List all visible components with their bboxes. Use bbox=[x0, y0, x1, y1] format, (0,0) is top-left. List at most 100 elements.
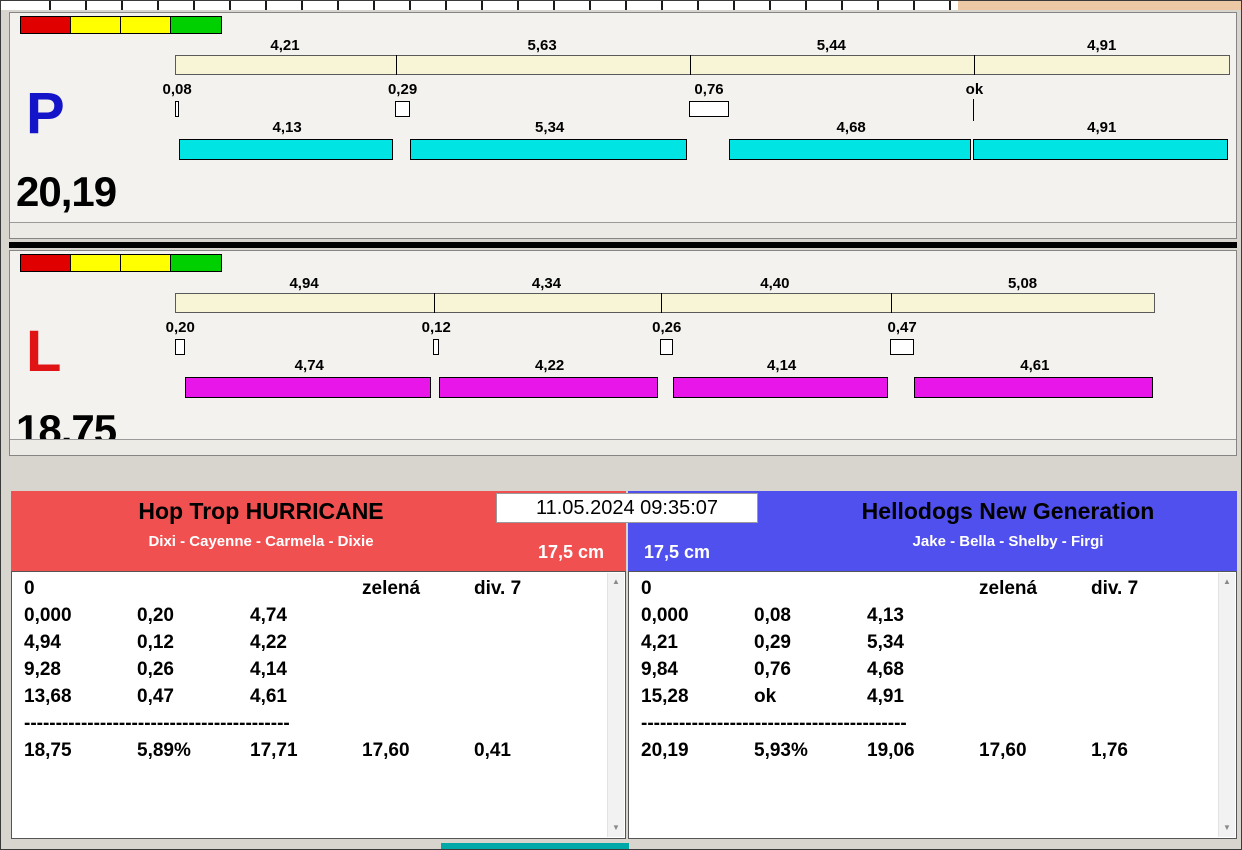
table-cell: zelená bbox=[362, 578, 421, 599]
start-error-label: 0,29 bbox=[387, 81, 418, 98]
table-cell: 0,41 bbox=[474, 740, 511, 761]
dog-time-bar bbox=[973, 139, 1228, 160]
team-right-jump-height: 17,5 cm bbox=[644, 542, 711, 562]
vertical-scrollbar[interactable]: ▲ ▼ bbox=[607, 573, 624, 837]
vertical-scrollbar[interactable]: ▲ ▼ bbox=[1218, 573, 1235, 837]
table-cell: 13,68 bbox=[24, 686, 72, 707]
table-cell: 5,89% bbox=[137, 740, 191, 761]
table-cell: 4,68 bbox=[867, 659, 904, 680]
run-timestamp: 11.05.2024 09:35:07 bbox=[496, 493, 758, 523]
table-cell: ok bbox=[754, 686, 777, 707]
dog-time-bar bbox=[410, 139, 688, 160]
table-cell: 4,91 bbox=[867, 686, 904, 707]
dog-time-label: 4,22 bbox=[535, 357, 565, 374]
scroll-up-icon[interactable]: ▲ bbox=[608, 574, 624, 590]
split-time-label: 4,94 bbox=[289, 275, 319, 292]
table-cell: 17,60 bbox=[362, 740, 410, 761]
start-error-label: 0,08 bbox=[162, 81, 192, 98]
dog-time-bar bbox=[914, 377, 1154, 398]
start-error-box bbox=[433, 339, 440, 355]
dog-time-bar bbox=[728, 139, 972, 160]
lane-L-footer bbox=[10, 439, 1236, 455]
result-rows: 0 zelená div. 7 0,000 0,08 4,13 4,21 0,29 5,34 9,… bbox=[641, 578, 1216, 838]
table-cell: 5,93% bbox=[754, 740, 808, 761]
table-row: 15,28 ok 4,91 bbox=[641, 686, 1216, 713]
split-time-label: 4,40 bbox=[760, 275, 790, 292]
split-time-label: 5,44 bbox=[816, 37, 846, 54]
table-cell: 4,14 bbox=[250, 659, 287, 680]
dog-time-label: 5,34 bbox=[535, 119, 565, 136]
start-error-label: 0,26 bbox=[652, 319, 682, 336]
table-cell: 17,71 bbox=[250, 740, 298, 761]
table-row: 4,94 0,12 4,22 bbox=[24, 632, 605, 659]
split-time-label: 4,91 bbox=[1087, 37, 1117, 54]
lane-P-section: P 4,21 5,63 5,44 4,91 0,08 0,29 0,76 ok 4,13 5,34… bbox=[9, 12, 1237, 239]
split-divider bbox=[660, 293, 662, 313]
dog-time-label: 4,74 bbox=[294, 357, 324, 374]
table-cell: 4,61 bbox=[250, 686, 287, 707]
table-row: 13,68 0,47 4,61 bbox=[24, 686, 605, 713]
table-row: 0 zelená div. 7 bbox=[24, 578, 605, 605]
lane-separator bbox=[9, 242, 1237, 248]
table-row: 0 zelená div. 7 bbox=[641, 578, 1216, 605]
start-error-box bbox=[659, 339, 674, 355]
lane-L-bars: 4,94 4,34 4,40 5,08 0,20 0,12 0,26 0,47 4,74 4,22… bbox=[10, 251, 1236, 455]
start-error-box bbox=[889, 339, 915, 355]
table-row: 20,19 5,93% 19,06 17,60 1,76 bbox=[641, 740, 1216, 767]
table-cell: 17,60 bbox=[979, 740, 1027, 761]
dog-time-label: 4,13 bbox=[272, 119, 302, 136]
table-cell: 0,76 bbox=[754, 659, 791, 680]
split-divider bbox=[434, 293, 436, 313]
result-rows: 0 zelená div. 7 0,000 0,20 4,74 4,94 0,12 4,22 9,… bbox=[24, 578, 605, 838]
table-cell: 15,28 bbox=[641, 686, 689, 707]
table-row: 9,84 0,76 4,68 bbox=[641, 659, 1216, 686]
split-divider bbox=[395, 55, 397, 75]
table-row: 4,21 0,29 5,34 bbox=[641, 632, 1216, 659]
table-cell: 0,000 bbox=[641, 605, 689, 626]
team-right-name: Hellodogs New Generation bbox=[861, 498, 1155, 524]
start-error-box bbox=[175, 101, 180, 117]
table-cell: div. 7 bbox=[474, 578, 522, 599]
table-cell: 0,08 bbox=[754, 605, 791, 626]
table-cell: 0,20 bbox=[137, 605, 174, 626]
team-right-results: 0 zelená div. 7 0,000 0,08 4,13 4,21 0,29 5,34 9,… bbox=[628, 571, 1237, 839]
table-cell: 1,76 bbox=[1091, 740, 1128, 761]
table-cell: 0,47 bbox=[137, 686, 174, 707]
dog-time-bar bbox=[185, 377, 432, 398]
split-time-label: 5,63 bbox=[527, 37, 557, 54]
window-top-ticks bbox=[15, 1, 955, 10]
dog-time-label: 4,14 bbox=[767, 357, 797, 374]
table-row: ----------------------------------------… bbox=[24, 713, 605, 740]
start-error-label: 0,20 bbox=[165, 319, 195, 336]
table-row: 0,000 0,08 4,13 bbox=[641, 605, 1216, 632]
scroll-up-icon[interactable]: ▲ bbox=[1219, 574, 1235, 590]
table-cell: zelená bbox=[979, 578, 1038, 599]
dog-time-label: 4,68 bbox=[836, 119, 866, 136]
start-error-box bbox=[689, 101, 729, 117]
table-cell: 4,94 bbox=[24, 632, 61, 653]
team-left-jump-height: 17,5 cm bbox=[537, 542, 604, 562]
dog-time-bar bbox=[179, 139, 393, 160]
table-cell: div. 7 bbox=[1091, 578, 1139, 599]
table-cell: 0 bbox=[24, 578, 35, 599]
dog-time-label: 4,61 bbox=[1020, 357, 1050, 374]
table-cell: 9,28 bbox=[24, 659, 61, 680]
table-cell: 4,74 bbox=[250, 605, 287, 626]
table-cell: 0,29 bbox=[754, 632, 791, 653]
start-error-box bbox=[175, 339, 186, 355]
lane-P-bars: 4,21 5,63 5,44 4,91 0,08 0,29 0,76 ok 4,13 5,34 4,… bbox=[10, 13, 1236, 238]
bottom-accent-bar bbox=[441, 843, 629, 849]
lane-P-footer bbox=[10, 222, 1236, 238]
table-cell: 0,000 bbox=[24, 605, 72, 626]
table-cell: 4,22 bbox=[250, 632, 287, 653]
table-cell: 5,34 bbox=[867, 632, 904, 653]
table-row: 0,000 0,20 4,74 bbox=[24, 605, 605, 632]
table-cell: 4,21 bbox=[641, 632, 678, 653]
split-time-label: 5,08 bbox=[1007, 275, 1038, 292]
scroll-down-icon[interactable]: ▼ bbox=[608, 820, 624, 836]
lane-P-total-time: 20,19 bbox=[16, 168, 117, 215]
table-cell: 18,75 bbox=[24, 740, 72, 761]
scroll-down-icon[interactable]: ▼ bbox=[1219, 820, 1235, 836]
team-left-results: 0 zelená div. 7 0,000 0,20 4,74 4,94 0,12 4,22 9,… bbox=[11, 571, 626, 839]
split-divider bbox=[974, 55, 976, 75]
